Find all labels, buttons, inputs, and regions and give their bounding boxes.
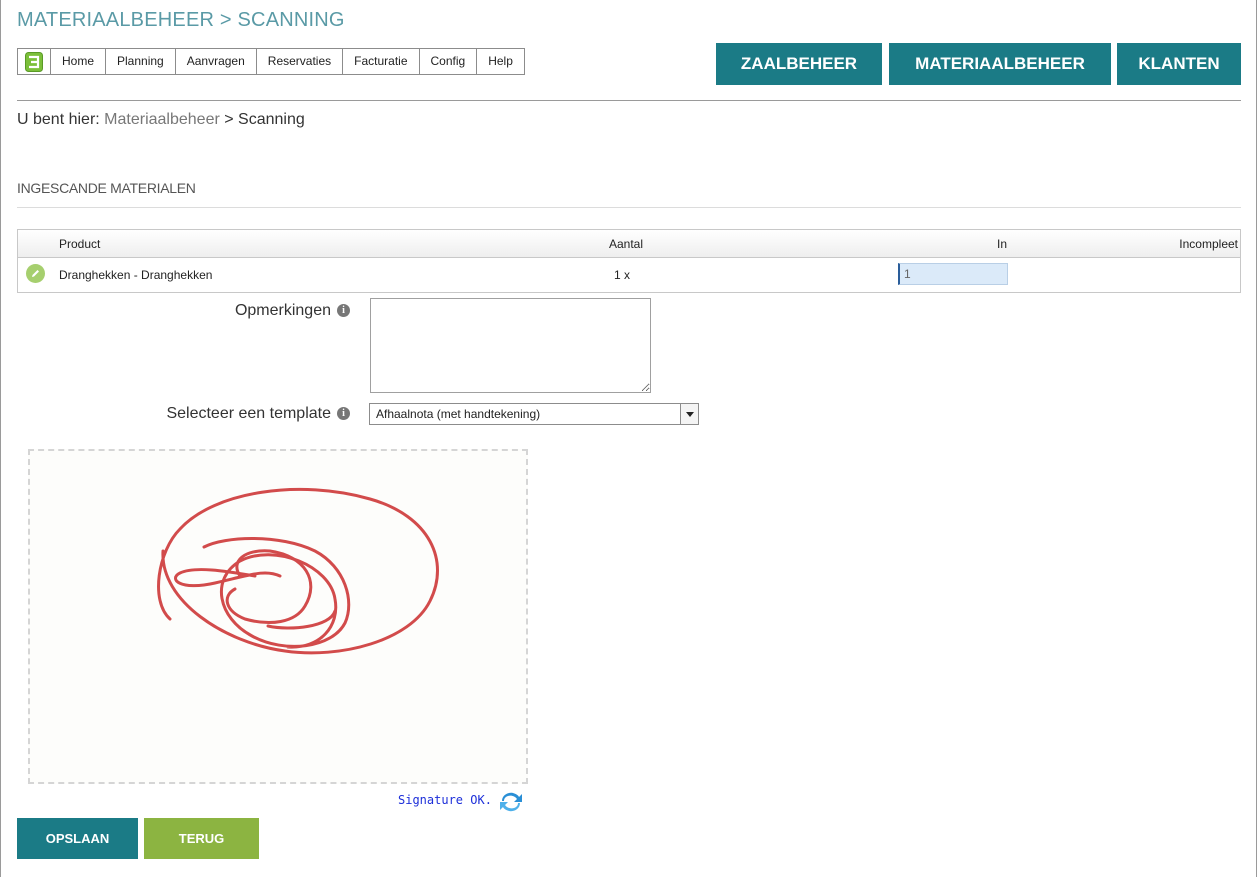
breadcrumb-link-materiaalbeheer[interactable]: Materiaalbeheer bbox=[104, 111, 220, 128]
zaalbeheer-button[interactable]: ZAALBEHEER bbox=[716, 43, 882, 85]
main-nav: Home Planning Aanvragen Reservaties Fact… bbox=[17, 48, 525, 75]
template-label: Selecteer een template bbox=[166, 405, 331, 422]
signature-status: Signature OK. bbox=[398, 793, 492, 807]
page-title: MATERIAALBEHEER > SCANNING bbox=[17, 9, 345, 31]
klanten-button[interactable]: KLANTEN bbox=[1117, 43, 1241, 85]
breadcrumb: U bent hier: Materiaalbeheer > Scanning bbox=[17, 111, 305, 129]
nav-planning[interactable]: Planning bbox=[106, 49, 176, 74]
back-button[interactable]: TERUG bbox=[144, 818, 259, 859]
info-icon[interactable]: i bbox=[337, 304, 350, 317]
section-divider bbox=[17, 207, 1241, 208]
remarks-label: Opmerkingen bbox=[234, 302, 331, 319]
scanned-materials-table: Product Aantal In Incompleet Dranghekken… bbox=[17, 229, 1241, 293]
chevron-down-icon[interactable] bbox=[680, 404, 698, 424]
nav-home[interactable]: Home bbox=[51, 49, 107, 74]
info-icon[interactable]: i bbox=[337, 407, 350, 420]
remarks-textarea[interactable] bbox=[370, 298, 651, 393]
table-header: Product Aantal In Incompleet bbox=[18, 230, 1240, 258]
nav-aanvragen[interactable]: Aanvragen bbox=[176, 49, 257, 74]
column-header-in: In bbox=[997, 237, 1008, 251]
signature-pad[interactable] bbox=[28, 449, 528, 784]
save-button[interactable]: OPSLAAN bbox=[17, 818, 138, 859]
nav-help[interactable]: Help bbox=[477, 49, 524, 74]
header-divider bbox=[17, 100, 1241, 101]
breadcrumb-prefix: U bent hier: bbox=[17, 111, 100, 128]
nav-config[interactable]: Config bbox=[420, 49, 478, 74]
nav-facturatie[interactable]: Facturatie bbox=[343, 49, 420, 74]
cell-product: Dranghekken - Dranghekken bbox=[59, 268, 213, 282]
breadcrumb-current: Scanning bbox=[238, 111, 305, 128]
template-select[interactable]: Afhaalnota (met handtekening) bbox=[369, 403, 699, 425]
column-header-incompleet: Incompleet bbox=[1179, 237, 1238, 251]
remarks-label-group: Opmerkingen i bbox=[150, 302, 350, 320]
cell-aantal: 1 x bbox=[614, 268, 631, 282]
materiaalbeheer-button[interactable]: MATERIAALBEHEER bbox=[889, 43, 1111, 85]
breadcrumb-separator: > bbox=[224, 111, 234, 128]
edit-pencil-icon[interactable] bbox=[26, 264, 45, 283]
template-select-value: Afhaalnota (met handtekening) bbox=[376, 407, 541, 421]
refresh-icon[interactable] bbox=[498, 790, 524, 814]
column-header-product: Product bbox=[59, 237, 101, 251]
column-header-aantal: Aantal bbox=[609, 237, 644, 251]
table-row: Dranghekken - Dranghekken 1 x bbox=[18, 258, 1240, 292]
app-logo-icon[interactable] bbox=[18, 49, 51, 74]
template-label-group: Selecteer een template i bbox=[100, 405, 350, 423]
section-title: INGESCANDE MATERIALEN bbox=[17, 180, 196, 196]
in-quantity-input[interactable] bbox=[898, 263, 1008, 285]
nav-reservaties[interactable]: Reservaties bbox=[257, 49, 344, 74]
signature-drawing bbox=[157, 487, 439, 655]
